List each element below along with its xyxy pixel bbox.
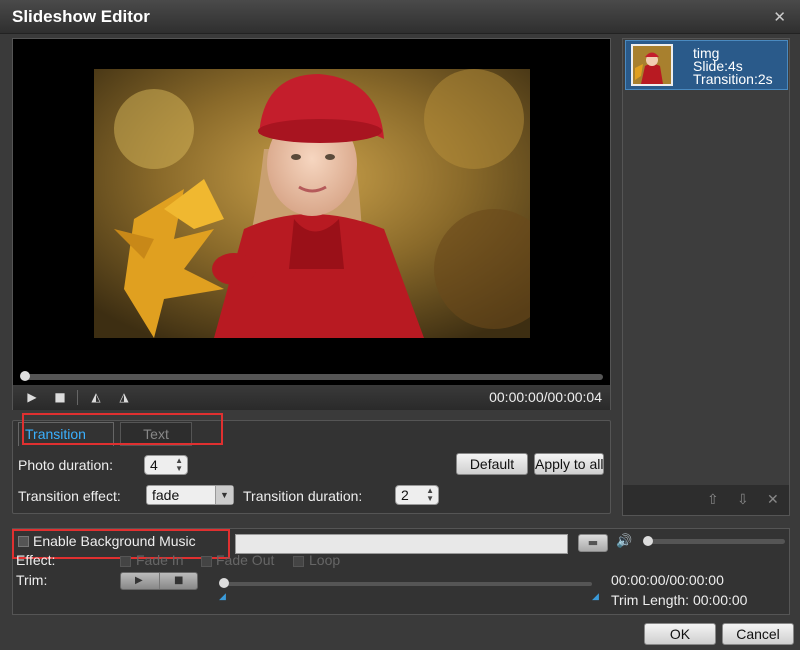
chevron-down-icon[interactable]: ▼	[215, 486, 233, 504]
fade-out-label: Fade Out	[216, 552, 275, 568]
transition-effect-label: Transition effect:	[18, 488, 121, 504]
transition-duration-spinner[interactable]: 2 ▲ ▼	[395, 485, 439, 505]
spinner-arrows-icon[interactable]: ▲ ▼	[426, 487, 434, 503]
control-divider	[77, 390, 78, 405]
volume-knob[interactable]	[643, 536, 653, 546]
spinner-arrows-icon[interactable]: ▲ ▼	[175, 457, 183, 473]
fade-in-checkbox[interactable]	[120, 556, 131, 567]
fade-out-checkbox[interactable]	[201, 556, 212, 567]
rotate-left-icon[interactable]: ◭	[87, 389, 105, 405]
seek-knob[interactable]	[20, 371, 30, 381]
preview-seek-slider[interactable]	[20, 371, 603, 381]
move-down-icon[interactable]: ⇩	[737, 492, 749, 508]
list-item[interactable]: timg Slide:4s Transition:2s	[625, 40, 788, 90]
ok-button[interactable]: OK	[644, 623, 716, 645]
delete-icon[interactable]: ✕	[767, 492, 779, 508]
transition-effect-select[interactable]: fade ▼	[146, 485, 234, 505]
slide-transition: Transition:2s	[693, 71, 773, 87]
transition-duration-value: 2	[401, 487, 409, 503]
dialog-footer: OK Cancel	[0, 618, 800, 650]
trim-start-marker-icon[interactable]: ◢	[219, 592, 226, 602]
stop-icon[interactable]: ■	[174, 573, 183, 589]
volume-icon[interactable]: 🔊	[616, 533, 632, 549]
slide-thumbnail	[631, 44, 673, 86]
title-bar: Slideshow Editor ✕	[0, 0, 800, 34]
preview-timecode: 00:00:00/00:00:04	[489, 389, 602, 405]
play-icon[interactable]: ▶	[23, 389, 41, 405]
trim-slider[interactable]	[219, 578, 592, 588]
rotate-right-icon[interactable]: ◮	[115, 389, 133, 405]
trim-controls: ▶ ■	[120, 572, 198, 590]
default-button[interactable]: Default	[456, 453, 528, 475]
music-file-input[interactable]	[235, 534, 568, 554]
slide-list-toolbar: ⇧ ⇩ ✕	[623, 485, 789, 515]
cancel-button[interactable]: Cancel	[722, 623, 794, 645]
folder-icon[interactable]: ▬	[578, 534, 608, 552]
slide-list: timg Slide:4s Transition:2s ⇧ ⇩ ✕	[622, 38, 790, 516]
photo-duration-label: Photo duration:	[18, 457, 113, 473]
window-title: Slideshow Editor	[12, 7, 150, 26]
transition-effect-value: fade	[152, 487, 180, 503]
trim-time: 00:00:00/00:00:00	[611, 572, 724, 588]
volume-slider[interactable]	[643, 536, 785, 546]
close-icon[interactable]: ✕	[773, 8, 786, 26]
play-icon[interactable]: ▶	[135, 573, 143, 589]
stop-icon[interactable]: ■	[51, 389, 69, 405]
trim-start-knob[interactable]	[219, 578, 229, 588]
preview-photo	[94, 69, 530, 338]
trim-divider	[159, 573, 160, 589]
photo-duration-value: 4	[150, 457, 158, 473]
loop-checkbox[interactable]	[293, 556, 304, 567]
photo-duration-spinner[interactable]: 4 ▲ ▼	[144, 455, 188, 475]
transition-duration-label: Transition duration:	[243, 488, 363, 504]
highlight-box-tabs	[22, 413, 223, 445]
video-preview: ▶ ■ ◭ ◮ 00:00:00/00:00:04	[12, 38, 611, 410]
fade-in-label: Fade In	[136, 552, 184, 568]
trim-length: Trim Length: 00:00:00	[611, 592, 748, 608]
trim-label: Trim:	[16, 572, 48, 588]
loop-label: Loop	[309, 552, 341, 568]
trim-end-marker-icon[interactable]: ◢	[592, 592, 599, 602]
playback-controls: ▶ ■ ◭ ◮ 00:00:00/00:00:04	[13, 385, 610, 410]
apply-to-all-button[interactable]: Apply to all	[534, 453, 604, 475]
move-up-icon[interactable]: ⇧	[707, 492, 719, 508]
effect-label: Effect:	[16, 552, 56, 568]
